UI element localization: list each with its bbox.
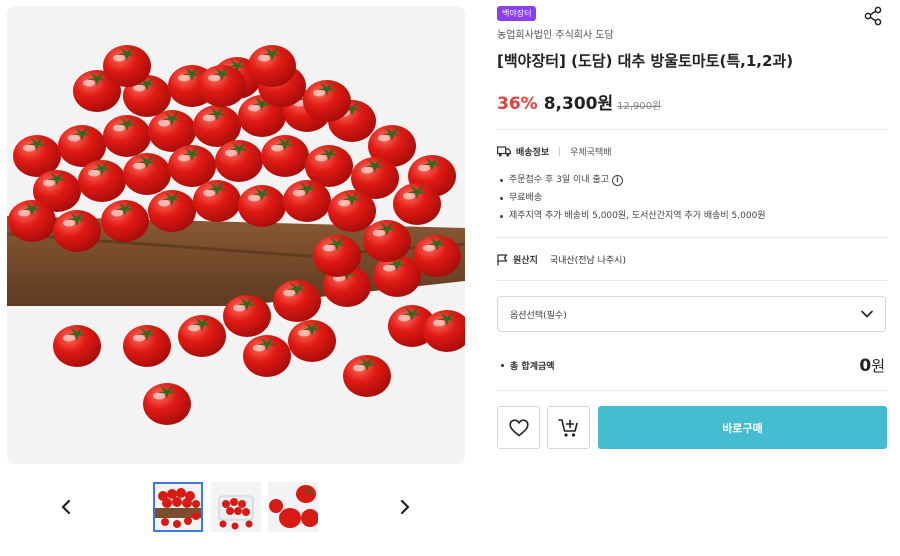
buy-now-button[interactable]: 바로구매 (598, 406, 887, 449)
wishlist-button[interactable] (497, 406, 540, 449)
add-to-cart-button[interactable] (547, 406, 590, 449)
origin-value: 국내산(전남 나주시) (549, 256, 626, 266)
flag-icon (497, 253, 508, 265)
original-price: 12,900원 (617, 101, 662, 112)
bullet-dot (500, 214, 503, 218)
total-amount: 0원 (859, 355, 885, 376)
thumbnail-1[interactable] (153, 482, 203, 532)
price-row: 36% 8,300원 12,900원 (497, 89, 661, 114)
thumbnail-2[interactable] (211, 482, 261, 532)
next-image-button[interactable] (393, 495, 417, 519)
origin-row: 원산지 국내산(전남 나주시) (497, 253, 626, 266)
cart-plus-icon (557, 418, 578, 437)
shipping-label: 배송정보 (516, 148, 550, 158)
thumbnail-3[interactable] (268, 482, 318, 532)
shipping-note: 무료배송 (500, 189, 766, 207)
thumbnail-carousel (0, 482, 470, 532)
product-main-image (7, 6, 465, 464)
shipping-carrier: 우체국택배 (570, 148, 612, 158)
shipping-note-text: 주문접수 후 3일 이내 출고 (509, 175, 609, 185)
discount-rate: 36% (497, 94, 538, 114)
info-icon[interactable]: i (611, 174, 623, 186)
shipping-note: 주문접수 후 3일 이내 출고 i (500, 171, 766, 189)
chevron-right-icon (400, 499, 410, 515)
separator (559, 147, 561, 156)
divider (497, 237, 887, 238)
product-info-panel: 백야장터 농업회사법인 주식회사 도담 [백야장터] (도담) 대추 방울토마토… (497, 0, 887, 556)
shipping-note: 제주지역 추가 배송비 5,000원, 도서산간지역 추가 배송비 5,000원 (500, 207, 766, 225)
bullet-dot (501, 363, 504, 367)
shipping-info-row: 배송정보 우체국택배 (497, 145, 612, 158)
bullet-dot (500, 196, 503, 200)
seller-name[interactable]: 농업회사법인 주식회사 도담 (497, 26, 614, 41)
share-button[interactable] (863, 6, 883, 26)
total-amount-row: 총 합계금액 0원 (497, 352, 887, 378)
option-select-placeholder: 옵션선택(필수) (510, 310, 567, 321)
sale-price: 8,300원 (543, 94, 614, 114)
total-label-wrap: 총 합계금액 (497, 359, 555, 372)
divider (497, 280, 887, 281)
option-select[interactable]: 옵션선택(필수) (497, 296, 886, 332)
chevron-left-icon (61, 499, 71, 515)
bullet-dot (500, 178, 503, 182)
store-badge: 백야장터 (497, 6, 537, 21)
shipping-notes: 주문접수 후 3일 이내 출고 i 무료배송 제주지역 추가 배송비 5,000… (500, 171, 766, 225)
divider (497, 129, 887, 130)
total-label: 총 합계금액 (510, 361, 555, 372)
truck-icon (497, 146, 511, 157)
total-amount-number: 0 (859, 355, 872, 376)
total-amount-unit: 원 (871, 356, 885, 375)
share-icon (864, 6, 882, 26)
prev-image-button[interactable] (54, 495, 78, 519)
origin-label: 원산지 (513, 256, 538, 266)
heart-icon (508, 418, 529, 436)
chevron-down-icon (861, 310, 873, 318)
shipping-note-text: 제주지역 추가 배송비 5,000원, 도서산간지역 추가 배송비 5,000원 (509, 211, 766, 221)
shipping-note-text: 무료배송 (509, 193, 543, 203)
product-title: [백야장터] (도담) 대추 방울토마토(특,1,2과) (497, 52, 794, 70)
divider (497, 390, 887, 391)
